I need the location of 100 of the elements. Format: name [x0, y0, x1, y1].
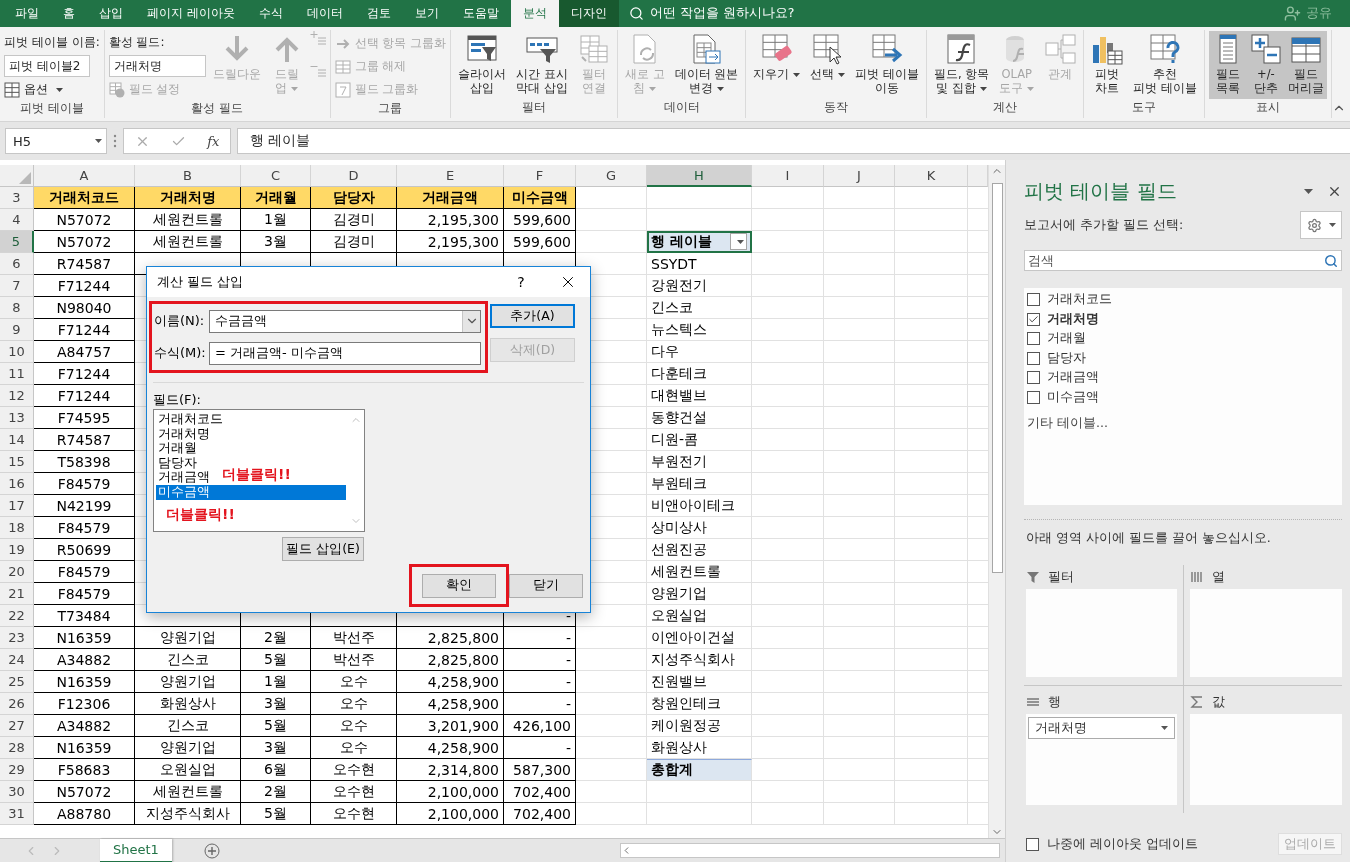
row-header[interactable]: 19 [0, 539, 34, 561]
column-header[interactable]: I [752, 165, 824, 187]
row-header[interactable]: 12 [0, 385, 34, 407]
list-item[interactable]: 미수금액 [156, 484, 346, 500]
options-button[interactable]: 옵션 [4, 79, 100, 100]
list-item[interactable]: 거래처명 [156, 426, 210, 442]
more-tables-link[interactable]: 기타 테이블... [1027, 415, 1108, 432]
row-header[interactable]: 26 [0, 693, 34, 715]
row-header[interactable]: 7 [0, 275, 34, 297]
ribbon-tab[interactable]: 데이터 [294, 0, 355, 27]
ribbon-tab[interactable]: 파일 [3, 0, 51, 27]
row-header[interactable]: 20 [0, 561, 34, 583]
horizontal-scrollbar[interactable] [620, 843, 1000, 858]
row-header[interactable]: 13 [0, 407, 34, 429]
ribbon-tab[interactable]: 삽입 [87, 0, 135, 27]
list-item[interactable]: 거래월 [156, 441, 197, 456]
row-header[interactable]: 16 [0, 473, 34, 495]
ribbon-tab[interactable]: 도움말 [450, 0, 511, 27]
insert-function-button[interactable]: fx [207, 133, 220, 149]
list-item[interactable]: 거래금액 [156, 470, 210, 485]
tell-me-search[interactable]: 어떤 작업을 원하시나요? [618, 0, 795, 27]
ribbon-button[interactable]: +/- 단추 [1246, 31, 1285, 100]
pivot-header-cell[interactable]: 행 레이블 [647, 231, 752, 253]
formula-field[interactable]: = 거래금액- 미수금액 [209, 341, 481, 365]
ribbon-button[interactable]: 선택 [807, 31, 849, 100]
ribbon-tab[interactable]: 검토 [354, 0, 403, 27]
row-header[interactable]: 11 [0, 363, 34, 385]
filter-dropdown-button[interactable] [730, 233, 747, 250]
column-header[interactable]: H [647, 165, 752, 187]
row-header[interactable]: 23 [0, 627, 34, 649]
ribbon-tab[interactable]: 분석 [510, 0, 559, 27]
ribbon-button[interactable]: 지우기 [750, 31, 804, 100]
row-header[interactable]: 8 [0, 297, 34, 319]
row-header[interactable]: 9 [0, 319, 34, 341]
checkbox[interactable] [1027, 351, 1040, 365]
checkbox[interactable] [1027, 371, 1040, 385]
sheet-tab[interactable]: Sheet1 [100, 838, 172, 862]
row-header[interactable]: 21 [0, 583, 34, 605]
row-header[interactable]: 17 [0, 495, 34, 517]
column-header[interactable]: C [241, 165, 311, 187]
ribbon-tab[interactable]: 페이지 레이아웃 [135, 0, 247, 27]
help-button[interactable]: ? [504, 274, 538, 290]
ribbon-button[interactable]: 필드, 항목 및 집합 [930, 31, 993, 100]
row-header[interactable]: 27 [0, 715, 34, 737]
row-header[interactable]: 4 [0, 209, 34, 231]
checkbox[interactable] [1027, 312, 1040, 326]
checkbox[interactable] [1027, 332, 1040, 346]
column-header[interactable]: A [34, 165, 135, 187]
column-header[interactable]: B [135, 165, 241, 187]
ribbon-button[interactable]: 슬라이서 삽입 [455, 31, 510, 100]
active-field-input[interactable]: 거래처명 [108, 55, 206, 77]
checkbox[interactable] [1026, 837, 1039, 851]
ribbon-button[interactable]: 필드 머리글 [1284, 31, 1327, 100]
row-header[interactable]: 25 [0, 671, 34, 693]
add-button[interactable]: 추가(A) [490, 304, 575, 328]
ribbon-tab[interactable]: 보기 [402, 0, 451, 27]
column-header[interactable]: E [397, 165, 504, 187]
scrollbar-thumb[interactable] [991, 183, 1003, 573]
close-dialog-button[interactable]: 닫기 [509, 573, 583, 598]
insert-field-button[interactable]: 필드 삽입(E) [282, 537, 364, 561]
row-header[interactable]: 5 [0, 231, 34, 253]
ribbon-button[interactable]: 피벗 테이블 이동 [852, 31, 922, 100]
row-header[interactable]: 6 [0, 253, 34, 275]
checkbox[interactable] [1027, 390, 1040, 404]
row-header[interactable]: 15 [0, 451, 34, 473]
column-header[interactable]: K [895, 165, 968, 187]
column-header[interactable]: G [576, 165, 647, 187]
add-sheet-icon[interactable] [203, 842, 220, 859]
row-header[interactable]: 14 [0, 429, 34, 451]
ribbon-tab[interactable]: 홈 [51, 0, 87, 27]
ribbon-button[interactable]: 피벗 차트 [1088, 31, 1127, 100]
ribbon-tab[interactable]: 디자인 [558, 0, 619, 27]
ribbon-tab[interactable]: 수식 [246, 0, 295, 27]
settings-button[interactable] [1300, 211, 1342, 239]
ribbon-button[interactable]: 필드 목록 [1208, 31, 1247, 100]
search-field[interactable]: 검색 [1024, 250, 1342, 271]
row-header[interactable]: 31 [0, 803, 34, 825]
row-header[interactable]: 28 [0, 737, 34, 759]
list-item[interactable]: 거래처코드 [156, 412, 223, 427]
pivot-name-field[interactable]: 피벗 테이블2 [4, 55, 90, 77]
search-icon[interactable] [1324, 254, 1338, 268]
column-header[interactable]: J [824, 165, 895, 187]
ribbon-button[interactable]: 추천 피벗 테이블 [1130, 31, 1200, 100]
list-item[interactable]: 담당자 [156, 455, 197, 471]
name-combo-box[interactable]: 수금금액 [209, 309, 481, 333]
ok-button[interactable]: 확인 [422, 573, 496, 598]
row-header[interactable]: 18 [0, 517, 34, 539]
checkbox[interactable] [1027, 293, 1040, 307]
vertical-scrollbar[interactable] [988, 165, 1005, 838]
ribbon-button[interactable]: 시간 표시 막대 삽입 [513, 31, 571, 100]
column-header[interactable]: F [504, 165, 576, 187]
row-header[interactable]: 30 [0, 781, 34, 803]
row-header[interactable]: 24 [0, 649, 34, 671]
row-header[interactable]: 22 [0, 605, 34, 627]
column-header[interactable]: D [311, 165, 397, 187]
formula-field[interactable]: 행 레이블 [237, 128, 1350, 154]
ribbon-button[interactable]: 데이터 원본 변경 [671, 31, 742, 100]
drop-area[interactable]: 거래처명 [1026, 714, 1177, 805]
area-field-item[interactable]: 거래처명 [1028, 717, 1175, 739]
name-box[interactable]: H5 [5, 128, 107, 154]
